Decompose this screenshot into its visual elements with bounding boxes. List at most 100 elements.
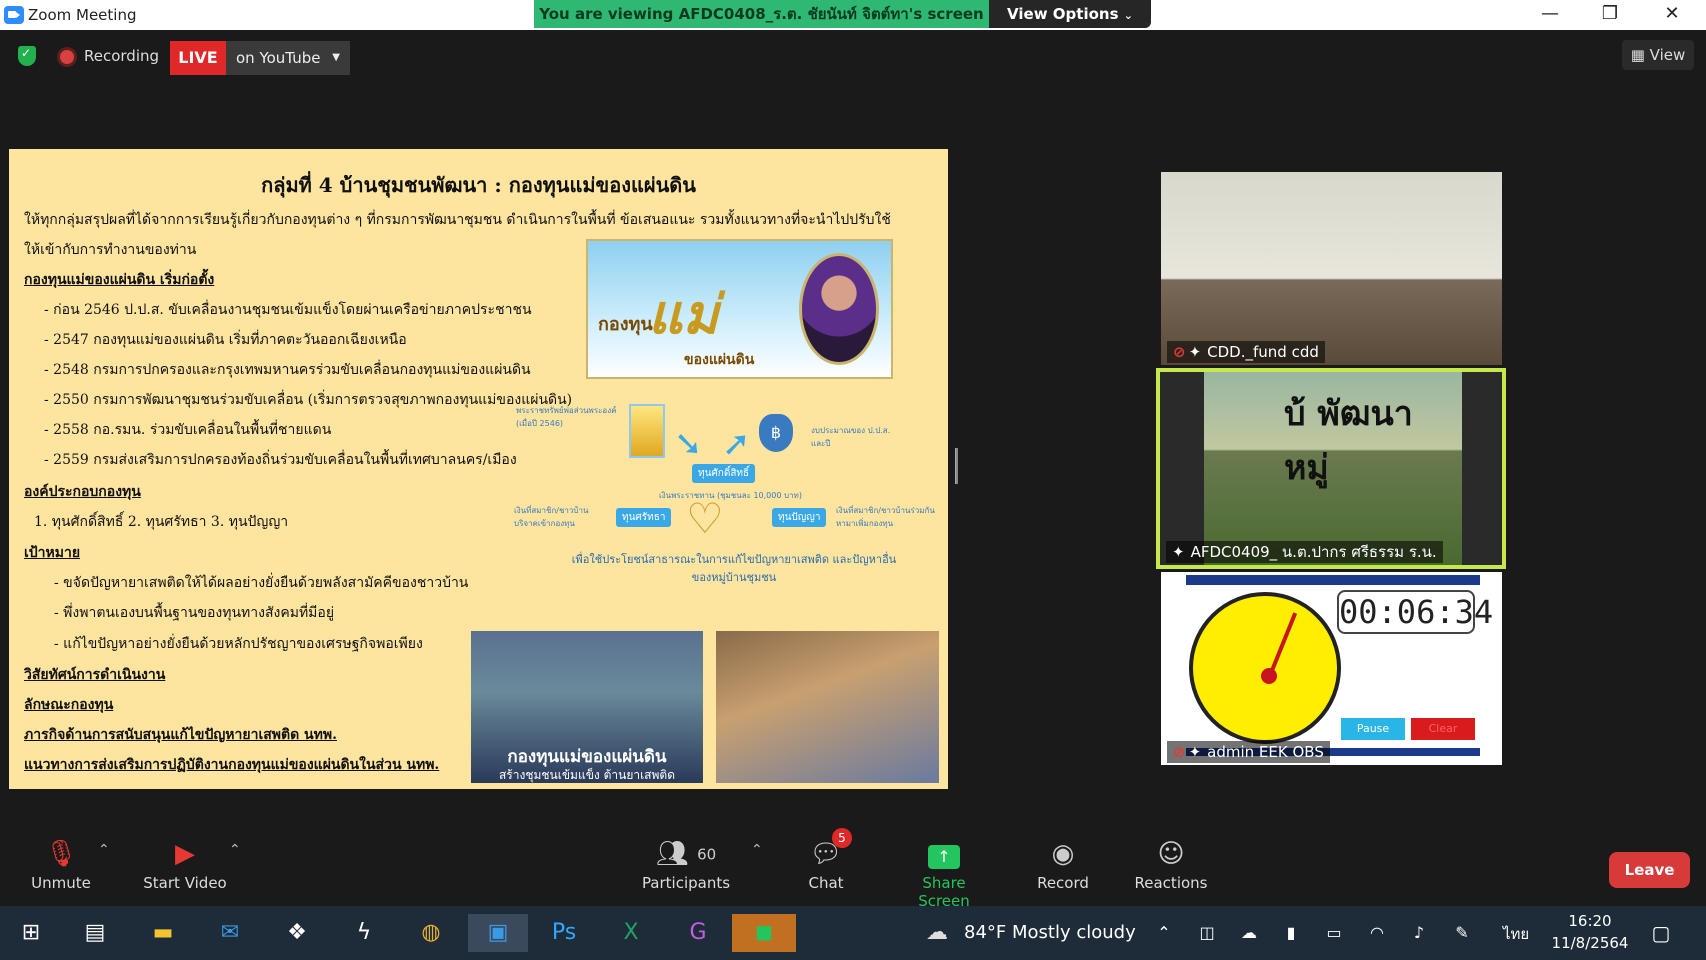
line-app-icon[interactable]: ◼ — [732, 914, 796, 952]
notification-icon[interactable]: ▢ — [1642, 914, 1680, 952]
community-photo — [716, 631, 939, 783]
participant-video-tile[interactable]: 00:06:34 Pause Clear ⊘ ✦ admin EEK OBS — [1161, 572, 1502, 765]
record-icon: ◉ — [1051, 839, 1075, 869]
input-language[interactable]: ไทย — [1503, 922, 1529, 946]
view-options-button[interactable]: View Options ⌄ — [989, 0, 1151, 28]
windows-taskbar: ⊞ ▤ ▬ ✉ ❖ ϟ ◍ ▣ Ps X G ◼ ☁ 84°F Mostly c… — [0, 906, 1706, 960]
goal-item: - แก้ไขปัญหาอย่างยั่งยืนด้วยหลักปรัชญาขอ… — [54, 636, 423, 652]
goal-item: - พึ่งพาตนเองบนพื้นฐานของทุนทางสังคมที่ม… — [54, 605, 335, 621]
participant-name: AFDC0409_ น.ต.ปากร ศรีธรรม ร.น. — [1190, 543, 1437, 561]
participants-icon: 👥︎ — [655, 839, 689, 869]
participants-options-caret-icon[interactable]: ⌃ — [751, 842, 763, 858]
split-view-handle[interactable] — [955, 448, 958, 484]
participants-count: 60 — [697, 845, 717, 864]
meet-now-icon[interactable]: ◫ — [1188, 914, 1226, 952]
participants-icon-group: 👥︎ 60 — [640, 838, 732, 870]
clock-date[interactable]: 11/8/2564 — [1550, 934, 1630, 952]
leave-button[interactable]: Leave — [1609, 852, 1690, 888]
chat-unread-badge: 5 — [832, 828, 852, 848]
heading-goals: เป้าหมาย — [24, 545, 81, 561]
share-screen-icon: ↑ — [896, 838, 992, 870]
timer-pause-button: Pause — [1341, 718, 1405, 740]
components-line: 1. ทุนศักดิ์สิทธิ์ 2. ทุนศรัทธา 3. ทุนปั… — [34, 514, 289, 530]
history-item: - ก่อน 2546 ป.ป.ส. ขับเคลื่อนงานชุมชนเข้… — [44, 302, 532, 318]
participant-video-tile[interactable]: ⊘ ✦ CDD._fund cdd — [1161, 172, 1502, 365]
security-shield-icon[interactable] — [18, 46, 36, 66]
heart-icon: ♡ — [686, 494, 724, 543]
clock-time[interactable]: 16:20 — [1552, 912, 1628, 930]
heading-vision: วิสัยทัศน์การดำเนินงาน — [24, 667, 166, 683]
live-target-dropdown[interactable]: on YouTube ▼ — [226, 41, 350, 75]
reactions-button[interactable]: ☺︎ Reactions — [1132, 838, 1210, 892]
active-speaker-tile[interactable]: บ้ พัฒนา หมู่ ✦ AFDC0409_ น.ต.ปากร ศรีธรร… — [1156, 368, 1506, 569]
participant-name: CDD._fund cdd — [1207, 343, 1319, 361]
live-badge[interactable]: LIVE — [170, 41, 226, 75]
unmute-button[interactable]: 🎙︎ Unmute — [22, 838, 100, 892]
reactions-icon: ☺︎ — [1157, 839, 1185, 869]
diagram-caption-2: ของหมู่บ้านชุมชน — [691, 571, 777, 584]
speaker-video: บ้ พัฒนา หมู่ — [1204, 372, 1462, 565]
photoshop-icon[interactable]: Ps — [545, 914, 583, 952]
zoom-taskbar-icon[interactable]: ▣ — [468, 914, 528, 952]
share-screen-button[interactable]: ↑ Share Screen — [896, 838, 992, 910]
live-target-label: on YouTube — [236, 49, 321, 67]
pen-icon[interactable]: ✎ — [1443, 914, 1481, 952]
chrome-icon[interactable]: ◍ — [412, 914, 450, 952]
dropbox-icon[interactable]: ❖ — [278, 914, 316, 952]
unmute-label: Unmute — [31, 874, 91, 892]
onedrive-icon[interactable]: ☁ — [1230, 914, 1268, 952]
restore-icon[interactable]: ❐ — [1580, 0, 1640, 30]
stopwatch-icon — [1189, 592, 1341, 744]
pin-icon: ✦ — [1188, 343, 1202, 361]
banner-sub-text: ของแผ่นดิน — [684, 352, 755, 368]
microphone-icon[interactable]: ▮ — [1272, 914, 1310, 952]
chevron-up-icon[interactable]: ⌃ — [1145, 914, 1183, 952]
participants-button[interactable]: 👥︎ 60 Participants — [640, 838, 732, 892]
mail-icon[interactable]: ✉ — [211, 914, 249, 952]
file-explorer-icon[interactable]: ▬ — [144, 914, 182, 952]
slide-intro-2: ให้เข้ากับการทำงานของท่าน — [24, 242, 197, 258]
share-screen-label: Share Screen — [918, 874, 970, 910]
task-view-icon[interactable]: ▤ — [76, 914, 114, 952]
arrow-down-icon: ➘ — [674, 424, 703, 464]
view-button[interactable]: ▦ View — [1622, 40, 1694, 70]
audio-options-caret-icon[interactable]: ⌃ — [98, 842, 110, 858]
recording-dot-icon — [60, 50, 74, 64]
video-options-caret-icon[interactable]: ⌃ — [229, 842, 241, 858]
caret-down-icon: ▼ — [332, 52, 340, 63]
weather-condition[interactable]: Mostly cloudy — [1012, 922, 1136, 943]
view-label: View — [1649, 46, 1686, 64]
reactions-label: Reactions — [1134, 874, 1208, 892]
recording-label[interactable]: Recording — [84, 47, 159, 65]
stopwatch-center — [1261, 668, 1277, 684]
heading-nature: ลักษณะกองทุน — [24, 697, 114, 713]
weather-cloud-icon: ☁ — [926, 920, 948, 945]
windows-start-icon[interactable]: ⊞ — [12, 914, 50, 952]
start-video-label: Start Video — [143, 874, 227, 892]
record-button[interactable]: ◉ Record — [1030, 838, 1096, 892]
diagram-caption-1: เพื่อใช้ประโยชน์สาธารณะในการแก้ไขปัญหายา… — [571, 553, 897, 566]
diagram-note-right2: เงินที่สมาชิก/ชาวบ้านร่วมกัน หามาเพิ่มกอ… — [836, 506, 935, 528]
video-background-text: บ้ พัฒนา หมู่ — [1284, 394, 1413, 488]
history-item: - 2547 กองทุนแม่ของแผ่นดิน เริ่มที่ภาคตะ… — [44, 332, 407, 348]
heading-guideline: แนวทางการส่งเสริมการปฏิบัติงานกองทุนแม่ข… — [24, 757, 440, 773]
participant-name-tag: ⊘ ✦ CDD._fund cdd — [1167, 341, 1325, 363]
record-label: Record — [1037, 874, 1089, 892]
meeting-toolbar: 🎙︎ Unmute ⌃ ▶︎ Start Video ⌃ 👥︎ 60 Parti… — [0, 828, 1706, 910]
participant-name-tag: ⊘ ✦ admin EEK OBS — [1167, 741, 1330, 763]
volume-icon[interactable]: ♪ — [1400, 914, 1438, 952]
shared-screen-slide: กลุ่มที่ 4 บ้านชุมชนพัฒนา : กองทุนแม่ของ… — [9, 149, 948, 789]
wifi-icon[interactable]: ◠ — [1358, 914, 1396, 952]
pdf-app-icon[interactable]: G — [679, 914, 717, 952]
timer-header-bar — [1186, 575, 1480, 585]
chat-label: Chat — [808, 874, 844, 892]
start-video-button[interactable]: ▶︎ Start Video — [138, 838, 232, 892]
app-bolt-icon[interactable]: ϟ — [345, 914, 383, 952]
minimize-icon[interactable]: — — [1520, 0, 1580, 30]
battery-icon[interactable]: ▭ — [1315, 914, 1353, 952]
history-item: - 2559 กรมส่งเสริมการปกครองท้องถิ่นร่วมข… — [44, 452, 517, 468]
close-icon[interactable]: ✕ — [1642, 0, 1702, 30]
excel-icon[interactable]: X — [612, 914, 650, 952]
history-item: - 2558 กอ.รมน. ร่วมขับเคลื่อนในพื้นที่ชา… — [44, 422, 332, 438]
slide-title: กลุ่มที่ 4 บ้านชุมชนพัฒนา : กองทุนแม่ของ… — [261, 173, 696, 197]
